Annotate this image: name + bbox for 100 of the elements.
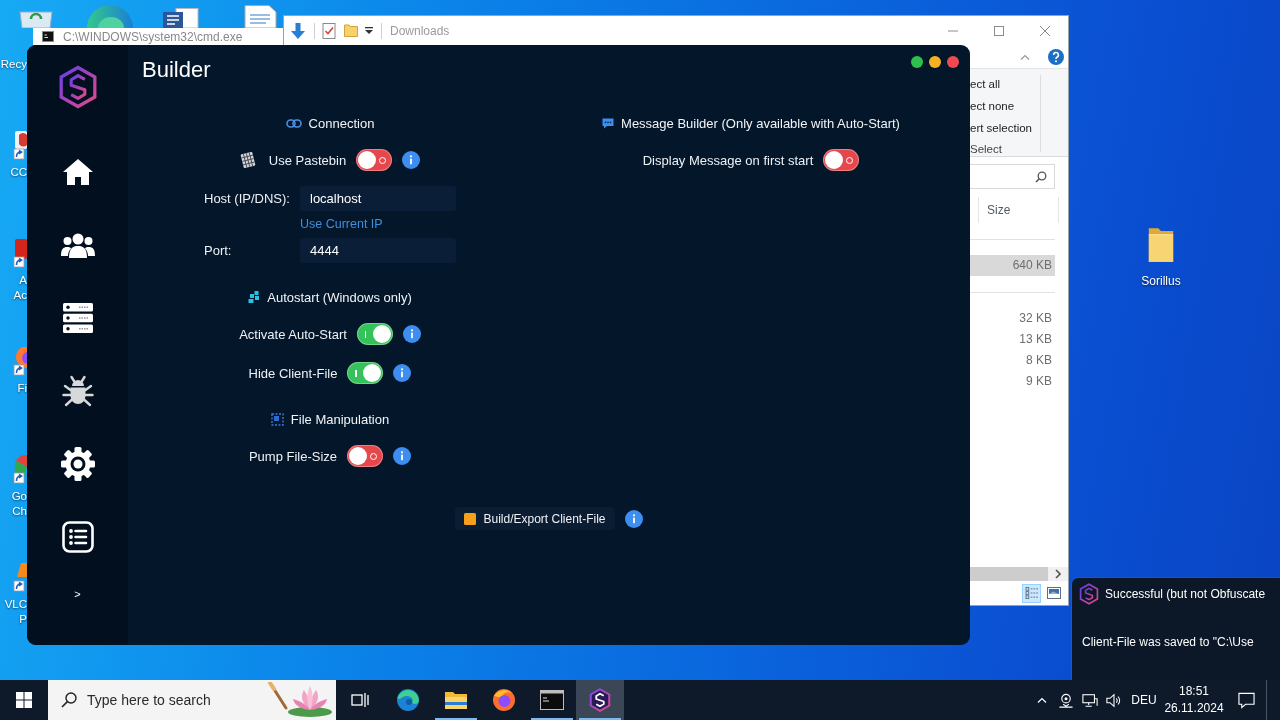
clock-button[interactable]: 18:51 26.11.2024 <box>1162 680 1226 720</box>
windows-logo-icon <box>16 692 32 708</box>
browser-icon <box>396 688 420 712</box>
toggle-label: Pump File-Size <box>248 448 338 464</box>
terminal-icon <box>540 688 564 712</box>
desktop-icon-label: Fi <box>17 381 27 396</box>
file-size-row[interactable]: 13 KB <box>970 329 1055 350</box>
input-language-button[interactable]: DEU <box>1126 680 1162 720</box>
app-shortcut-icon[interactable] <box>13 239 27 269</box>
toggle-switch[interactable] <box>356 149 393 171</box>
file-size-row[interactable]: 32 KB <box>970 308 1055 329</box>
section-heading: Connection <box>308 115 375 131</box>
text-link[interactable]: Use Current IP <box>300 217 383 231</box>
ribbon-command[interactable]: ect all <box>970 73 1036 95</box>
text-input[interactable]: 4444 <box>300 238 456 263</box>
chevron-right-icon[interactable] <box>1055 569 1061 579</box>
selection-square-icon <box>270 412 284 426</box>
help-icon[interactable] <box>1048 48 1064 65</box>
horizontal-scrollbar[interactable] <box>970 567 1068 581</box>
expand-sidebar-button[interactable]: > <box>71 586 84 602</box>
square-icon <box>464 512 477 525</box>
desktop-icon-label: CC <box>10 165 27 180</box>
info-icon[interactable] <box>393 364 412 382</box>
text-input[interactable]: localhost <box>300 186 456 211</box>
desktop-icon-label: Go Ch <box>11 489 27 519</box>
app-shortcut-icon[interactable] <box>13 131 27 161</box>
info-icon[interactable] <box>402 151 421 169</box>
notification-toast[interactable]: Successful (but not Obfuscate Client-File was saved to "C:\Use <box>1072 578 1280 680</box>
details-view-button[interactable] <box>1022 583 1041 603</box>
desktop-icon-label: VLC P <box>4 597 27 627</box>
search-icon <box>61 692 77 708</box>
bug-icon <box>61 375 94 407</box>
notification-title: Successful (but not Obfuscate <box>1105 587 1266 601</box>
toggle-switch[interactable] <box>347 362 384 384</box>
file-size-row[interactable]: 640 KB <box>970 255 1055 276</box>
toggle-switch[interactable] <box>347 445 384 467</box>
hexagon-logo-icon <box>1079 583 1099 605</box>
info-icon[interactable] <box>624 509 643 528</box>
bug-nav-button[interactable] <box>59 373 96 409</box>
toggle-label: Display Message on first start <box>642 152 814 168</box>
notification-message: Client-File was saved to "C:\Use <box>1081 634 1255 650</box>
browser-icon <box>492 688 516 712</box>
window-control-icon[interactable] <box>929 56 941 68</box>
download-arrow-icon[interactable] <box>290 21 306 40</box>
hexagon-logo-icon <box>57 65 98 109</box>
window-control-icon[interactable] <box>947 56 959 68</box>
desktop-icon-label: A Ac <box>13 273 27 303</box>
volume-icon <box>1106 692 1122 708</box>
app-shortcut-icon[interactable] <box>13 455 27 485</box>
details-list-icon <box>1024 587 1039 599</box>
info-icon[interactable] <box>393 447 412 465</box>
ribbon-command[interactable]: ert selection <box>970 117 1036 139</box>
users-icon <box>60 232 95 258</box>
camera-icon <box>1058 692 1074 708</box>
chevron-up-icon <box>1037 697 1047 703</box>
section-heading: Message Builder (Only available with Auto-Start) <box>621 115 900 131</box>
settings-nav-button[interactable] <box>59 446 96 482</box>
window-control-icon[interactable] <box>911 56 923 68</box>
scrollbar-thumb[interactable] <box>970 567 1048 581</box>
page-title: Builder <box>142 57 211 83</box>
list-icon <box>61 521 94 553</box>
chat-bubble-icon <box>602 117 615 129</box>
settings-icon <box>60 447 95 481</box>
column-header[interactable]: Size <box>987 203 1011 217</box>
document-icon[interactable] <box>162 8 202 28</box>
toggle-switch[interactable] <box>823 149 860 171</box>
toggle-label: Activate Auto-Start <box>239 326 347 342</box>
section-heading: Autostart (Windows only) <box>267 289 412 305</box>
toggle-label: Hide Client-File <box>248 365 338 381</box>
notification-icon <box>1237 691 1255 709</box>
toggle-switch[interactable] <box>356 323 393 345</box>
list-nav-button[interactable] <box>59 519 96 555</box>
file-size-row[interactable]: 9 KB <box>970 371 1055 392</box>
window-title: C:\WINDOWS\system32\cmd.exe <box>63 29 243 44</box>
close-icon <box>1040 25 1050 36</box>
file-size-row[interactable]: 8 KB <box>970 350 1055 371</box>
maximize-icon <box>994 25 1004 36</box>
info-icon[interactable] <box>402 325 421 343</box>
app-shortcut-icon[interactable] <box>13 563 27 593</box>
ribbon-command[interactable]: ect none <box>970 95 1036 117</box>
checklist-icon[interactable] <box>322 22 336 39</box>
search-box[interactable]: Type here to search <box>48 680 336 720</box>
squares-icon <box>248 291 261 303</box>
document-icon[interactable] <box>242 5 278 28</box>
recycle-bin-icon[interactable] <box>17 9 55 28</box>
folder-icon[interactable] <box>1146 226 1176 264</box>
hexagon-app-taskbar-button[interactable] <box>576 680 624 720</box>
caret-icon[interactable] <box>365 27 373 34</box>
field-label: Port: <box>204 243 233 258</box>
ribbon-group-label: Select <box>970 142 1003 157</box>
section-heading: File Manipulation <box>290 411 390 427</box>
picture-icon <box>1046 587 1061 599</box>
link-icon <box>285 118 302 128</box>
search-input[interactable]: Type here to search <box>87 692 223 708</box>
grid-icon <box>239 152 256 168</box>
hexagon-logo-icon <box>588 688 612 712</box>
build-export-button[interactable]: Build/Export Client-File <box>455 507 615 530</box>
home-icon <box>61 158 94 186</box>
toggle-label: Use Pastebin <box>268 152 347 168</box>
search-field[interactable] <box>970 164 1055 189</box>
